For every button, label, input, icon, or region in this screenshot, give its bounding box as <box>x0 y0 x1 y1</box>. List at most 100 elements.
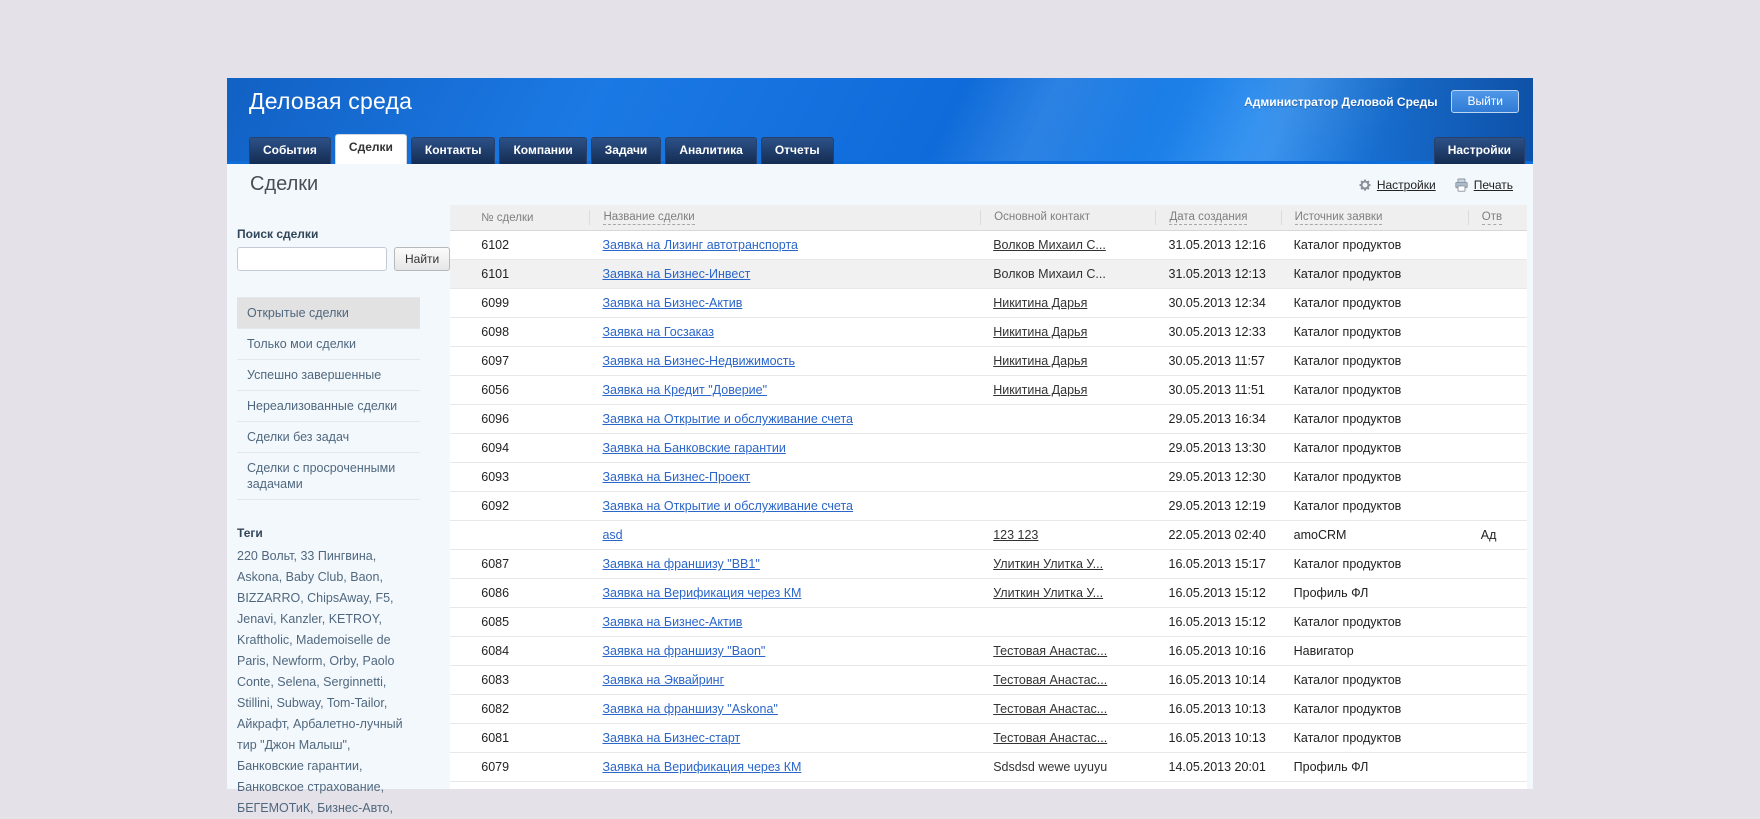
deal-search-button[interactable]: Найти <box>394 247 451 271</box>
deal-contact[interactable]: Улиткин Улитка У... <box>980 557 1155 571</box>
settings-link[interactable]: Настройки <box>1358 178 1436 192</box>
deal-contact[interactable]: Тестовая Анастас... <box>993 731 1107 745</box>
deals-table-body: 6102 Заявка на Лизинг автотранспорта Волко… <box>450 231 1527 782</box>
page-title: Сделки <box>250 173 319 195</box>
deal-name-link[interactable]: Заявка на франшизу "Askona" <box>589 702 980 716</box>
column-header-label[interactable]: Дата создания <box>1169 211 1248 225</box>
deal-name-link[interactable]: Заявка на Бизнес-Актив <box>602 615 742 629</box>
deal-name-link[interactable]: Заявка на Кредит "Доверие" <box>602 383 767 397</box>
deal-contact[interactable]: Никитина Дарья <box>980 325 1155 339</box>
column-header-name[interactable]: Название сделки <box>589 210 980 225</box>
deal-name-link[interactable]: Заявка на Открытие и обслуживание счета <box>589 499 980 513</box>
deal-name-link[interactable]: Заявка на Банковские гарантии <box>589 441 980 455</box>
column-header-date[interactable]: Дата создания <box>1155 210 1280 225</box>
deal-name-link[interactable]: asd <box>602 528 622 542</box>
deal-name-link[interactable]: Заявка на Открытие и обслуживание счета <box>602 412 853 426</box>
tab-6[interactable]: Аналитика <box>665 137 757 164</box>
deal-contact[interactable]: Тестовая Анастас... <box>993 644 1107 658</box>
filter-item-6[interactable]: Сделки с просроченными задачами <box>237 453 420 500</box>
deal-name-link[interactable]: Заявка на франшизу "Askona" <box>602 702 777 716</box>
tags-list[interactable]: 220 Вольт, 33 Пингвина, Askona, Baby Clu… <box>237 546 417 819</box>
deal-search-input[interactable] <box>237 247 387 271</box>
deal-contact[interactable]: Тестовая Анастас... <box>980 673 1155 687</box>
deal-contact[interactable]: Никитина Дарья <box>980 354 1155 368</box>
table-row: 6081 Заявка на Бизнес-старт Тестовая Анаст… <box>450 724 1527 753</box>
deal-name-link[interactable]: Заявка на Бизнес-Актив <box>589 296 980 310</box>
deal-contact[interactable]: Тестовая Анастас... <box>980 731 1155 745</box>
app-title: Деловая среда <box>249 88 413 114</box>
deal-name-link[interactable]: Заявка на франшизу "Baon" <box>602 644 765 658</box>
column-header-label[interactable]: Источник заявки <box>1294 211 1383 225</box>
deal-source: Профиль ФЛ <box>1293 586 1369 600</box>
filter-item-3[interactable]: Успешно завершенные <box>237 360 420 391</box>
deal-name-link[interactable]: Заявка на Бизнес-старт <box>602 731 740 745</box>
deal-contact[interactable]: 123 123 <box>980 528 1155 542</box>
tab-7[interactable]: Отчеты <box>760 137 834 164</box>
deal-name-link[interactable]: Заявка на Бизнес-Актив <box>602 296 742 310</box>
column-header-source[interactable]: Источник заявки <box>1280 210 1468 225</box>
tab-1[interactable]: События <box>249 137 331 164</box>
deal-contact[interactable]: Улиткин Улитка У... <box>993 557 1103 571</box>
deal-contact[interactable]: Тестовая Анастас... <box>993 702 1107 716</box>
tab-5[interactable]: Задачи <box>590 137 662 164</box>
deal-contact[interactable]: Тестовая Анастас... <box>980 702 1155 716</box>
deal-contact[interactable]: Волков Михаил С... <box>993 238 1106 252</box>
filter-item-5[interactable]: Сделки без задач <box>237 422 420 453</box>
tab-3[interactable]: Контакты <box>410 137 496 164</box>
deal-name-link[interactable]: asd <box>589 528 980 542</box>
deal-contact[interactable]: Никитина Дарья <box>993 296 1087 310</box>
deal-name-link[interactable]: Заявка на франшизу "Baon" <box>589 644 980 658</box>
deal-id: 6097 <box>481 354 510 368</box>
deal-contact[interactable]: Никитина Дарья <box>980 296 1155 310</box>
deal-name-link[interactable]: Заявка на Эквайринг <box>589 673 980 687</box>
filter-item-2[interactable]: Только мои сделки <box>237 329 420 360</box>
deal-contact[interactable]: Тестовая Анастас... <box>980 644 1155 658</box>
deal-name-link[interactable]: Заявка на Верификация через КМ <box>589 586 980 600</box>
deal-contact[interactable]: Никитина Дарья <box>993 325 1087 339</box>
deal-id: 6081 <box>481 731 510 745</box>
deal-name-link[interactable]: Заявка на Открытие и обслуживание счета <box>602 499 853 513</box>
deal-name-link[interactable]: Заявка на Бизнес-Актив <box>589 615 980 629</box>
deal-name-link[interactable]: Заявка на Верификация через КМ <box>602 760 801 774</box>
deal-name-link[interactable]: Заявка на франшизу "ВВ1" <box>602 557 759 571</box>
tab-2[interactable]: Сделки <box>334 134 407 164</box>
deal-created-date: 30.05.2013 11:51 <box>1168 383 1265 397</box>
deal-contact[interactable]: Никитина Дарья <box>980 383 1155 397</box>
print-link[interactable]: Печать <box>1454 178 1513 192</box>
logout-button[interactable]: Выйти <box>1451 90 1519 113</box>
filter-item-4[interactable]: Нереализованные сделки <box>237 391 420 422</box>
deal-name-link[interactable]: Заявка на Бизнес-Проект <box>602 470 750 484</box>
deal-name-link[interactable]: Заявка на Лизинг автотранспорта <box>602 238 798 252</box>
deal-name-link[interactable]: Заявка на франшизу "ВВ1" <box>589 557 980 571</box>
deal-name-link[interactable]: Заявка на Эквайринг <box>602 673 724 687</box>
column-header-label[interactable]: Отв <box>1481 211 1503 225</box>
tab-settings-right[interactable]: Настройки <box>1433 137 1525 164</box>
filter-item-1[interactable]: Открытые сделки <box>237 298 420 329</box>
column-header-label[interactable]: Название сделки <box>603 211 695 225</box>
deal-name-link[interactable]: Заявка на Лизинг автотранспорта <box>589 238 980 252</box>
deal-name-link[interactable]: Заявка на Открытие и обслуживание счета <box>589 412 980 426</box>
deal-name-link[interactable]: Заявка на Кредит "Доверие" <box>589 383 980 397</box>
deal-name-link[interactable]: Заявка на Верификация через КМ <box>602 586 801 600</box>
deal-contact[interactable]: Улиткин Улитка У... <box>993 586 1103 600</box>
deal-name-link[interactable]: Заявка на Бизнес-старт <box>589 731 980 745</box>
deal-name-link[interactable]: Заявка на Бизнес-Проект <box>589 470 980 484</box>
deal-name-link[interactable]: Заявка на Бизнес-Недвижимость <box>602 354 795 368</box>
deal-contact[interactable]: Тестовая Анастас... <box>993 673 1107 687</box>
deal-name-link[interactable]: Заявка на Банковские гарантии <box>602 441 785 455</box>
deal-contact[interactable]: 123 123 <box>993 528 1038 542</box>
deal-contact[interactable]: Никитина Дарья <box>993 354 1087 368</box>
deal-name-link[interactable]: Заявка на Бизнес-Инвест <box>602 267 750 281</box>
tab-4[interactable]: Компании <box>499 137 587 164</box>
deal-name-link[interactable]: Заявка на Бизнес-Недвижимость <box>589 354 980 368</box>
table-row: 6085 Заявка на Бизнес-Актив 16.05.2013 15:… <box>450 608 1527 637</box>
deal-name-link[interactable]: Заявка на Госзаказ <box>589 325 980 339</box>
deal-contact: Волков Михаил С... <box>980 267 1155 281</box>
deal-name-link[interactable]: Заявка на Верификация через КМ <box>589 760 980 774</box>
deal-contact[interactable]: Никитина Дарья <box>993 383 1087 397</box>
deal-name-link[interactable]: Заявка на Бизнес-Инвест <box>589 267 980 281</box>
deal-contact[interactable]: Улиткин Улитка У... <box>980 586 1155 600</box>
column-header-resp[interactable]: Отв <box>1467 210 1527 225</box>
deal-contact[interactable]: Волков Михаил С... <box>980 238 1155 252</box>
deal-name-link[interactable]: Заявка на Госзаказ <box>602 325 714 339</box>
